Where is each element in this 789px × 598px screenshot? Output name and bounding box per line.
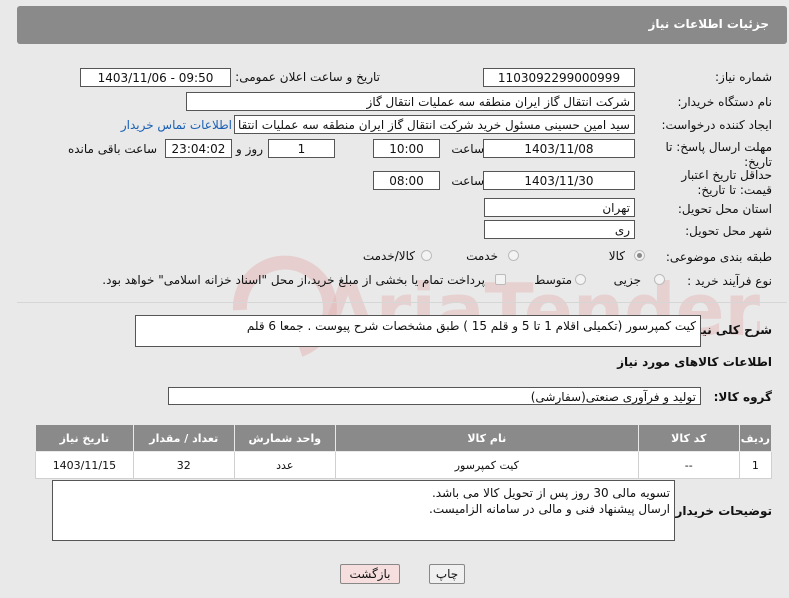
province-label: استان محل تحویل:: [677, 202, 772, 216]
col-name: نام کالا: [334, 424, 639, 452]
page-panel: جزئیات اطلاعات نیاز AriaTender.net شماره…: [0, 0, 789, 598]
col-qty: تعداد / مقدار: [132, 424, 235, 452]
back-button[interactable]: بازگشت: [340, 564, 400, 584]
items-table-header: ردیف کد کالا نام کالا واحد شمارش تعداد /…: [35, 424, 773, 452]
contact-info-link[interactable]: اطلاعات تماس خریدار: [121, 118, 232, 132]
row-date: 1403/11/15: [35, 451, 134, 479]
purchase-option-minor: جزیی: [613, 273, 641, 287]
purchase-radio-medium[interactable]: [575, 274, 586, 285]
city-label: شهر محل تحویل:: [685, 224, 772, 238]
category-option-service: خدمت: [466, 249, 498, 263]
remaining-time-field: 23:04:02: [165, 139, 232, 158]
treasury-payment-note: پرداخت تمام یا بخشی از مبلغ خرید،از محل …: [102, 273, 485, 287]
row-name: کیت کمپرسور: [334, 451, 639, 479]
goods-group-label: گروه کالا:: [713, 390, 772, 404]
remaining-time-label: ساعت باقی مانده: [67, 142, 157, 156]
creator-field: سید امین حسینی مسئول خرید شرکت انتقال گا…: [234, 115, 635, 134]
province-field: تهران: [484, 198, 635, 217]
city-field: ری: [484, 220, 635, 239]
items-table: ردیف کد کالا نام کالا واحد شمارش تعداد /…: [35, 424, 773, 479]
category-option-goods-service: کالا/خدمت: [362, 249, 415, 263]
announce-label: تاریخ و ساعت اعلان عمومی:: [235, 70, 380, 84]
category-radio-goods[interactable]: [634, 250, 645, 261]
deadline-date-field: 1403/11/08: [483, 139, 635, 158]
price-validity-date-field: 1403/11/30: [483, 171, 635, 190]
category-radio-goods-service[interactable]: [421, 250, 432, 261]
goods-group-field: تولید و فرآوری صنعتی(سفارشی): [168, 387, 701, 405]
buyer-org-label: نام دستگاه خریدار:: [677, 95, 773, 109]
description-field: کیت کمپرسور (تکمیلی اقلام 1 تا 5 و قلم 1…: [135, 315, 701, 347]
row-code: --: [637, 451, 740, 479]
price-validity-label: حداقل تاریخ اعتبار قیمت: تا تاریخ:: [681, 168, 772, 197]
col-date: تاریخ نیاز: [35, 424, 134, 452]
announce-field: 1403/11/06 - 09:50: [80, 68, 231, 87]
table-row[interactable]: 1 -- کیت کمپرسور عدد 32 1403/11/15: [35, 451, 773, 479]
creator-label: ایجاد کننده درخواست:: [661, 118, 772, 132]
deadline-label: مهلت ارسال پاسخ: تا تاریخ:: [665, 140, 772, 169]
print-button[interactable]: چاپ: [429, 564, 465, 584]
goods-info-title: اطلاعات کالاهای مورد نیاز: [617, 355, 772, 369]
buyer-notes-label: توضیحات خریدار:: [670, 504, 772, 518]
row-unit: عدد: [233, 451, 336, 479]
row-index: 1: [738, 451, 773, 479]
category-label: طبقه بندی موضوعی:: [665, 250, 772, 264]
col-code: کد کالا: [637, 424, 740, 452]
section-divider: [17, 302, 787, 303]
col-unit: واحد شمارش: [233, 424, 336, 452]
days-label: روز و: [236, 142, 263, 156]
deadline-time-field: 10:00: [373, 139, 440, 158]
category-radio-service[interactable]: [508, 250, 519, 261]
price-validity-time-field: 08:00: [373, 171, 440, 190]
buyer-notes-line-1: تسویه مالی 30 روز پس از تحویل کالا می با…: [431, 486, 670, 500]
buyer-org-field: شرکت انتقال گاز ایران منطقه سه عملیات ان…: [186, 92, 635, 111]
purchase-radio-minor[interactable]: [654, 274, 665, 285]
need-number-field: 1103092299000999: [483, 68, 635, 87]
days-remaining-field: 1: [268, 139, 335, 158]
purchase-type-label: نوع فرآیند خرید :: [687, 274, 772, 288]
col-row: ردیف: [738, 424, 773, 452]
deadline-time-label: ساعت: [451, 142, 484, 156]
buyer-notes-line-2: ارسال پیشنهاد فنی و مالی در سامانه الزام…: [429, 502, 670, 516]
category-option-goods: کالا: [608, 249, 625, 263]
buyer-notes-field: تسویه مالی 30 روز پس از تحویل کالا می با…: [52, 480, 675, 541]
need-number-label: شماره نیاز:: [715, 70, 772, 84]
page-title: جزئیات اطلاعات نیاز: [648, 17, 769, 31]
row-qty: 32: [132, 451, 235, 479]
purchase-option-medium: متوسط: [534, 273, 572, 287]
treasury-payment-checkbox[interactable]: [495, 274, 506, 285]
price-validity-time-label: ساعت: [451, 174, 484, 188]
page-header: جزئیات اطلاعات نیاز: [17, 6, 787, 44]
